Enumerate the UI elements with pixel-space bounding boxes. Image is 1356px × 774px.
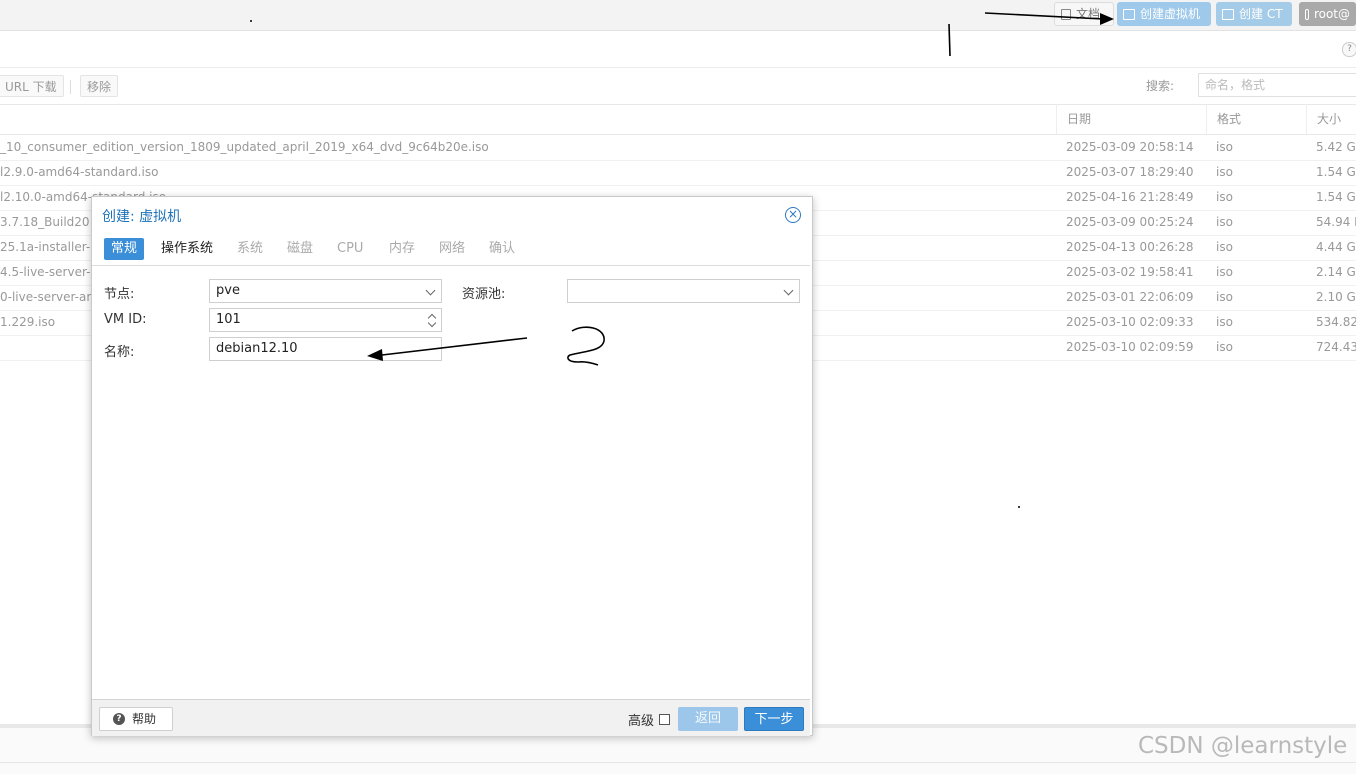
- watermark: CSDN @learnstyle: [1138, 733, 1348, 759]
- row-format: iso: [1216, 190, 1233, 204]
- row-format: iso: [1216, 290, 1233, 304]
- tab-cpu[interactable]: CPU: [330, 238, 370, 260]
- row-size: 2.14 G: [1316, 265, 1356, 279]
- create-ct-label: 创建 CT: [1239, 7, 1283, 21]
- tab-os[interactable]: 操作系统: [154, 238, 220, 260]
- cube-icon: [1222, 8, 1234, 20]
- row-date: 2025-03-10 02:09:33: [1066, 315, 1194, 329]
- help-button[interactable]: ? 帮助: [99, 707, 173, 731]
- chevron-down-icon: [783, 285, 794, 296]
- user-menu-button[interactable]: root@: [1299, 2, 1356, 26]
- book-icon: [1061, 8, 1071, 20]
- search-label: 搜索:: [1146, 79, 1175, 93]
- row-size: 2.10 G: [1316, 290, 1356, 304]
- node-label: 节点:: [104, 287, 135, 302]
- vmid-label: VM ID:: [104, 312, 147, 327]
- vmid-value: 101: [216, 312, 241, 327]
- vm-name-value: debian12.10: [216, 341, 298, 356]
- chevron-down-icon: [425, 285, 436, 296]
- question-icon: ?: [113, 713, 125, 725]
- documentation-label: 文档: [1076, 7, 1101, 21]
- advanced-checkbox[interactable]: [659, 714, 670, 725]
- toolbar-separator: [70, 80, 71, 94]
- remove-button[interactable]: 移除: [80, 75, 119, 97]
- row-date: 2025-03-02 19:58:41: [1066, 265, 1194, 279]
- help-icon[interactable]: ?: [1342, 42, 1356, 57]
- column-header-format[interactable]: 格式: [1206, 104, 1306, 134]
- row-format: iso: [1216, 315, 1233, 329]
- row-size: 54.94 M: [1316, 215, 1356, 229]
- node-select[interactable]: pve: [209, 279, 442, 303]
- tab-network[interactable]: 网络: [432, 238, 472, 260]
- row-size: 534.82: [1316, 315, 1356, 329]
- dialog-title: 创建: 虚拟机: [102, 209, 182, 225]
- close-icon[interactable]: ×: [785, 207, 801, 223]
- row-name: l2.9.0-amd64-standard.iso: [0, 165, 159, 179]
- row-format: iso: [1216, 215, 1233, 229]
- vm-name-input[interactable]: debian12.10: [209, 337, 442, 361]
- tab-disk[interactable]: 磁盘: [280, 238, 320, 260]
- tab-confirm[interactable]: 确认: [482, 238, 522, 260]
- row-date: 2025-03-07 18:29:40: [1066, 165, 1194, 179]
- dialog-footer: ? 帮助 高级 返回 下一步: [92, 699, 810, 736]
- back-button[interactable]: 返回: [678, 707, 738, 731]
- create-vm-dialog: 创建: 虚拟机 × 常规 操作系统 系统 磁盘 CPU 内存 网络 确认 节点:…: [91, 196, 813, 736]
- help-label: 帮助: [132, 712, 157, 726]
- row-name: _10_consumer_edition_version_1809_update…: [0, 140, 489, 154]
- tab-memory[interactable]: 内存: [382, 238, 422, 260]
- advanced-label: 高级: [628, 714, 655, 729]
- pool-label: 资源池:: [462, 287, 506, 302]
- dialog-tabs: 常规 操作系统 系统 磁盘 CPU 内存 网络 确认: [92, 233, 810, 266]
- row-format: iso: [1216, 340, 1233, 354]
- row-format: iso: [1216, 140, 1233, 154]
- tab-system[interactable]: 系统: [230, 238, 270, 260]
- next-button[interactable]: 下一步: [744, 707, 804, 731]
- row-size: 5.42 G: [1316, 140, 1356, 154]
- row-date: 2025-03-09 20:58:14: [1066, 140, 1194, 154]
- create-vm-label: 创建虚拟机: [1140, 7, 1201, 21]
- log-panel-divider: [0, 762, 1356, 763]
- row-date: 2025-03-10 02:09:59: [1066, 340, 1194, 354]
- row-size: 1.54 G: [1316, 165, 1356, 179]
- row-date: 2025-04-13 00:26:28: [1066, 240, 1194, 254]
- row-date: 2025-03-01 22:06:09: [1066, 290, 1194, 304]
- table-row[interactable]: l2.9.0-amd64-standard.iso 2025-03-07 18:…: [0, 160, 1356, 186]
- column-header-size[interactable]: 大小: [1306, 104, 1356, 134]
- user-label: root@: [1313, 7, 1350, 21]
- node-value: pve: [216, 283, 240, 298]
- table-row[interactable]: _10_consumer_edition_version_1809_update…: [0, 135, 1356, 161]
- pool-select[interactable]: [567, 279, 800, 303]
- column-header-date[interactable]: 日期: [1056, 104, 1206, 134]
- row-size: 4.44 G: [1316, 240, 1356, 254]
- user-icon: [1305, 8, 1309, 20]
- row-size: 724.43: [1316, 340, 1356, 354]
- row-format: iso: [1216, 265, 1233, 279]
- row-date: 2025-03-09 00:25:24: [1066, 215, 1194, 229]
- search-input[interactable]: 命名，格式: [1198, 73, 1356, 97]
- name-label: 名称:: [104, 345, 135, 360]
- row-format: iso: [1216, 240, 1233, 254]
- spinner-down-icon[interactable]: [427, 318, 437, 328]
- monitor-icon: [1123, 8, 1135, 20]
- annotation-dot: [1018, 506, 1020, 508]
- tab-general[interactable]: 常规: [104, 238, 145, 260]
- documentation-button[interactable]: 文档: [1054, 2, 1114, 26]
- url-download-button[interactable]: URL 下载: [0, 75, 64, 97]
- row-size: 1.54 G: [1316, 190, 1356, 204]
- row-date: 2025-04-16 21:28:49: [1066, 190, 1194, 204]
- row-format: iso: [1216, 165, 1233, 179]
- create-vm-button[interactable]: 创建虚拟机: [1117, 2, 1211, 26]
- table-header: 日期 格式 大小: [0, 104, 1356, 135]
- content-header: [0, 31, 1356, 68]
- vmid-input[interactable]: 101: [209, 308, 442, 332]
- create-ct-button[interactable]: 创建 CT: [1216, 2, 1292, 26]
